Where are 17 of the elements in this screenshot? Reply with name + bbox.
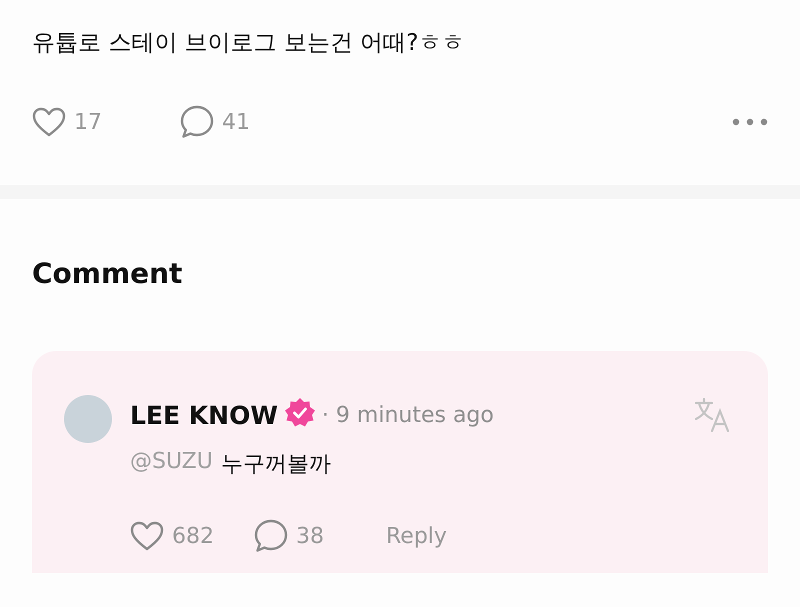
like-count: 17 <box>74 110 102 134</box>
post-text: 유튭로 스테이 브이로그 보는건 어때?ㅎㅎ <box>31 29 466 58</box>
author-name[interactable]: LEE KNOW <box>130 400 278 430</box>
comment-heading: Comment <box>32 257 184 291</box>
comment-time: · 9 minutes ago <box>322 402 494 428</box>
reply-button[interactable]: Reply <box>386 524 447 548</box>
comment-text: 누구꺼볼까 <box>220 451 331 479</box>
speech-bubble-icon[interactable] <box>180 105 214 139</box>
heart-icon[interactable] <box>32 107 66 137</box>
speech-bubble-icon[interactable] <box>254 519 288 553</box>
comment-count: 41 <box>222 110 250 134</box>
mention-link[interactable]: @SUZU <box>130 449 213 479</box>
more-icon[interactable] <box>732 118 768 126</box>
avatar-placeholder <box>64 395 112 443</box>
heart-icon[interactable] <box>130 521 164 551</box>
like-count: 682 <box>172 524 214 548</box>
reply-count: 38 <box>296 524 324 548</box>
